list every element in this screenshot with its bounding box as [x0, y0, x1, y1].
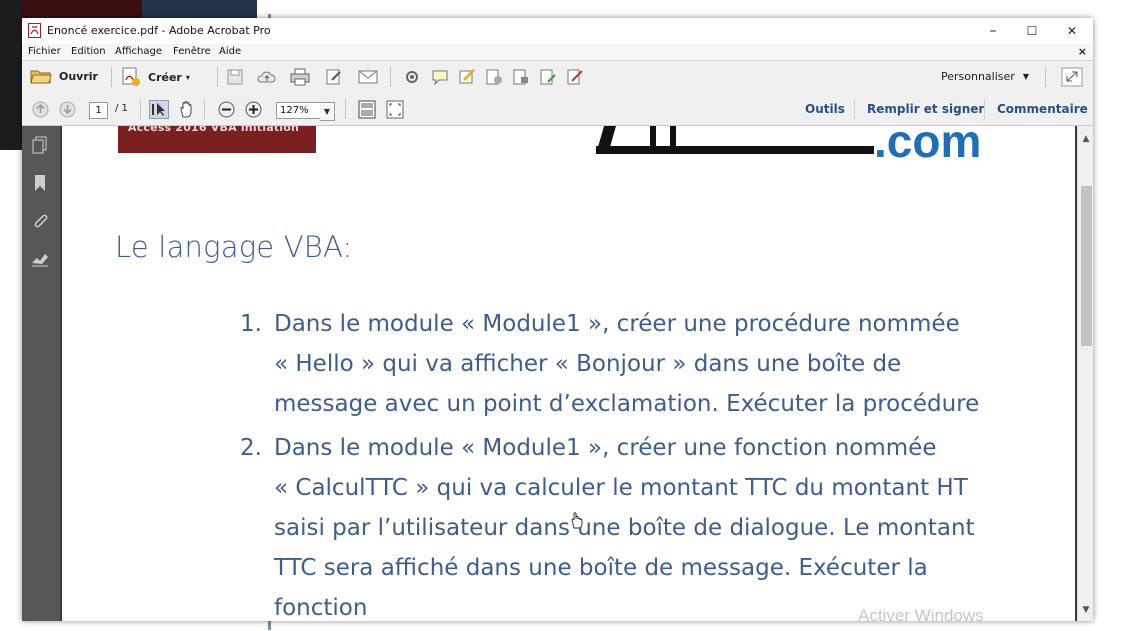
document-lock-icon[interactable] [512, 68, 530, 86]
settings-gear-icon[interactable] [403, 68, 421, 86]
sign-document-icon[interactable] [566, 68, 584, 86]
open-button[interactable]: Ouvrir [30, 67, 98, 85]
list-item-line: « Hello » qui va afficher « Bonjour » da… [274, 351, 902, 377]
list-item-line: Dans le module « Module1 », créer une pr… [274, 311, 960, 337]
create-button[interactable]: Créer ▾ [120, 67, 190, 87]
document-close-button[interactable]: × [1078, 45, 1087, 58]
list-item-line: Dans le module « Module1 », créer une fo… [274, 435, 937, 461]
logo-bar [596, 146, 874, 154]
hand-tool-icon[interactable] [177, 100, 197, 119]
print-icon[interactable] [290, 68, 310, 86]
list-item-line: message avec un point d’exclamation. Exé… [274, 391, 980, 417]
section-heading: Le langage VBA: [115, 230, 353, 264]
minimize-button[interactable]: – [978, 20, 1008, 42]
navigation-sidebar [22, 126, 60, 621]
course-banner-text: Access 2016 VBA initiation [128, 126, 300, 134]
edit-document-icon[interactable] [325, 68, 343, 86]
zoom-dropdown-icon[interactable]: ▼ [320, 102, 335, 121]
attachment-paperclip-icon[interactable] [31, 212, 49, 230]
menu-affichage[interactable]: Affichage [115, 46, 162, 57]
toolbar-separator-4 [1045, 67, 1046, 87]
scroll-up-arrow-icon[interactable]: ▲ [1078, 134, 1093, 148]
create-label: Créer [148, 70, 182, 84]
logo-domain-text: .com [874, 126, 982, 167]
pdf-file-icon [28, 23, 41, 38]
nav-separator-2 [204, 99, 205, 119]
create-dropdown-icon: ▾ [185, 72, 190, 82]
acrobat-window: Enoncé exercice.pdf - Adobe Acrobat Pro … [22, 18, 1093, 621]
background-strip [22, 0, 142, 18]
customize-button[interactable]: Personnaliser ▼ [941, 70, 1029, 83]
document-stamp-icon[interactable] [539, 68, 557, 86]
list-item-line: TTC sera affiché dans une boîte de messa… [274, 555, 928, 581]
page-number-input[interactable]: 1 [89, 102, 108, 119]
customize-dropdown-icon: ▼ [1022, 72, 1029, 81]
windows-activation-watermark: Activer Windows [858, 606, 984, 625]
list-item-line: saisi par l’utilisateur dans une boîte d… [274, 515, 975, 541]
tools-link[interactable]: Outils [805, 102, 845, 116]
select-tool-icon[interactable] [149, 100, 169, 119]
zoom-in-icon[interactable] [245, 101, 262, 118]
main-toolbar: Ouvrir Créer ▾ Personnaliser ▼ [22, 60, 1093, 94]
page-edge-left [60, 126, 62, 621]
signature-icon[interactable] [31, 250, 49, 268]
cloud-upload-icon[interactable] [257, 68, 277, 86]
background-desktop [0, 0, 22, 150]
fit-page-icon[interactable] [358, 100, 376, 119]
menu-fichier[interactable]: Fichier [28, 46, 61, 57]
toolbar-separator [111, 67, 112, 87]
pages-thumbnail-icon[interactable] [31, 136, 49, 154]
nav-separator-5 [984, 99, 985, 119]
nav-separator-4 [854, 99, 855, 119]
expand-fullscreen-icon[interactable] [1061, 67, 1083, 87]
comment-link[interactable]: Commentaire [997, 102, 1088, 116]
list-item-number: 1. [240, 311, 262, 337]
next-page-icon[interactable] [59, 101, 76, 118]
close-button[interactable]: ✕ [1057, 20, 1087, 42]
menu-aide[interactable]: Aide [219, 46, 241, 57]
window-title: Enoncé exercice.pdf - Adobe Acrobat Pro [47, 24, 271, 37]
highlight-icon[interactable] [458, 68, 476, 86]
mouse-cursor-hand-icon [571, 512, 583, 529]
toolbar-separator-3 [390, 67, 391, 87]
vertical-scrollbar[interactable]: ▲ ▼ [1077, 126, 1093, 621]
fit-width-icon[interactable] [386, 100, 404, 119]
document-user-icon[interactable] [485, 68, 503, 86]
list-item-line: « CalculTTC » qui va calculer le montant… [274, 475, 968, 501]
scroll-down-arrow-icon[interactable]: ▼ [1078, 605, 1093, 619]
bookmark-icon[interactable] [31, 174, 49, 192]
scrollbar-thumb[interactable] [1081, 186, 1092, 346]
background-strip-2 [142, 0, 257, 18]
previous-page-icon[interactable] [32, 101, 49, 118]
nav-separator-3 [345, 99, 346, 119]
comment-bubble-icon[interactable] [431, 68, 449, 86]
list-item-number: 2. [240, 435, 262, 461]
page-total: / 1 [115, 103, 128, 114]
maximize-button[interactable]: ☐ [1017, 20, 1047, 42]
menu-edition[interactable]: Edition [71, 46, 106, 57]
zoom-out-icon[interactable] [218, 101, 235, 118]
fill-and-sign-link[interactable]: Remplir et signer [867, 102, 984, 116]
customize-label: Personnaliser [941, 70, 1015, 83]
menu-bar: Fichier Edition Affichage Fenêtre Aide × [22, 44, 1093, 60]
nav-separator [140, 99, 141, 119]
menu-fenetre[interactable]: Fenêtre [173, 46, 211, 57]
title-bar[interactable]: Enoncé exercice.pdf - Adobe Acrobat Pro … [22, 18, 1093, 44]
document-viewport[interactable]: Access 2016 VBA initiation .com Le langa… [60, 126, 1077, 621]
zoom-input[interactable]: 127% [276, 102, 321, 119]
course-banner-image: Access 2016 VBA initiation [118, 126, 316, 153]
save-icon[interactable] [226, 68, 244, 86]
toolbar-separator-2 [217, 67, 218, 87]
open-label: Ouvrir [59, 69, 98, 83]
navigation-toolbar: 1 / 1 127% ▼ Outils Remplir et signer Co… [22, 93, 1093, 126]
folder-icon [30, 70, 52, 84]
email-icon[interactable] [358, 69, 378, 85]
create-pdf-icon [122, 67, 140, 86]
